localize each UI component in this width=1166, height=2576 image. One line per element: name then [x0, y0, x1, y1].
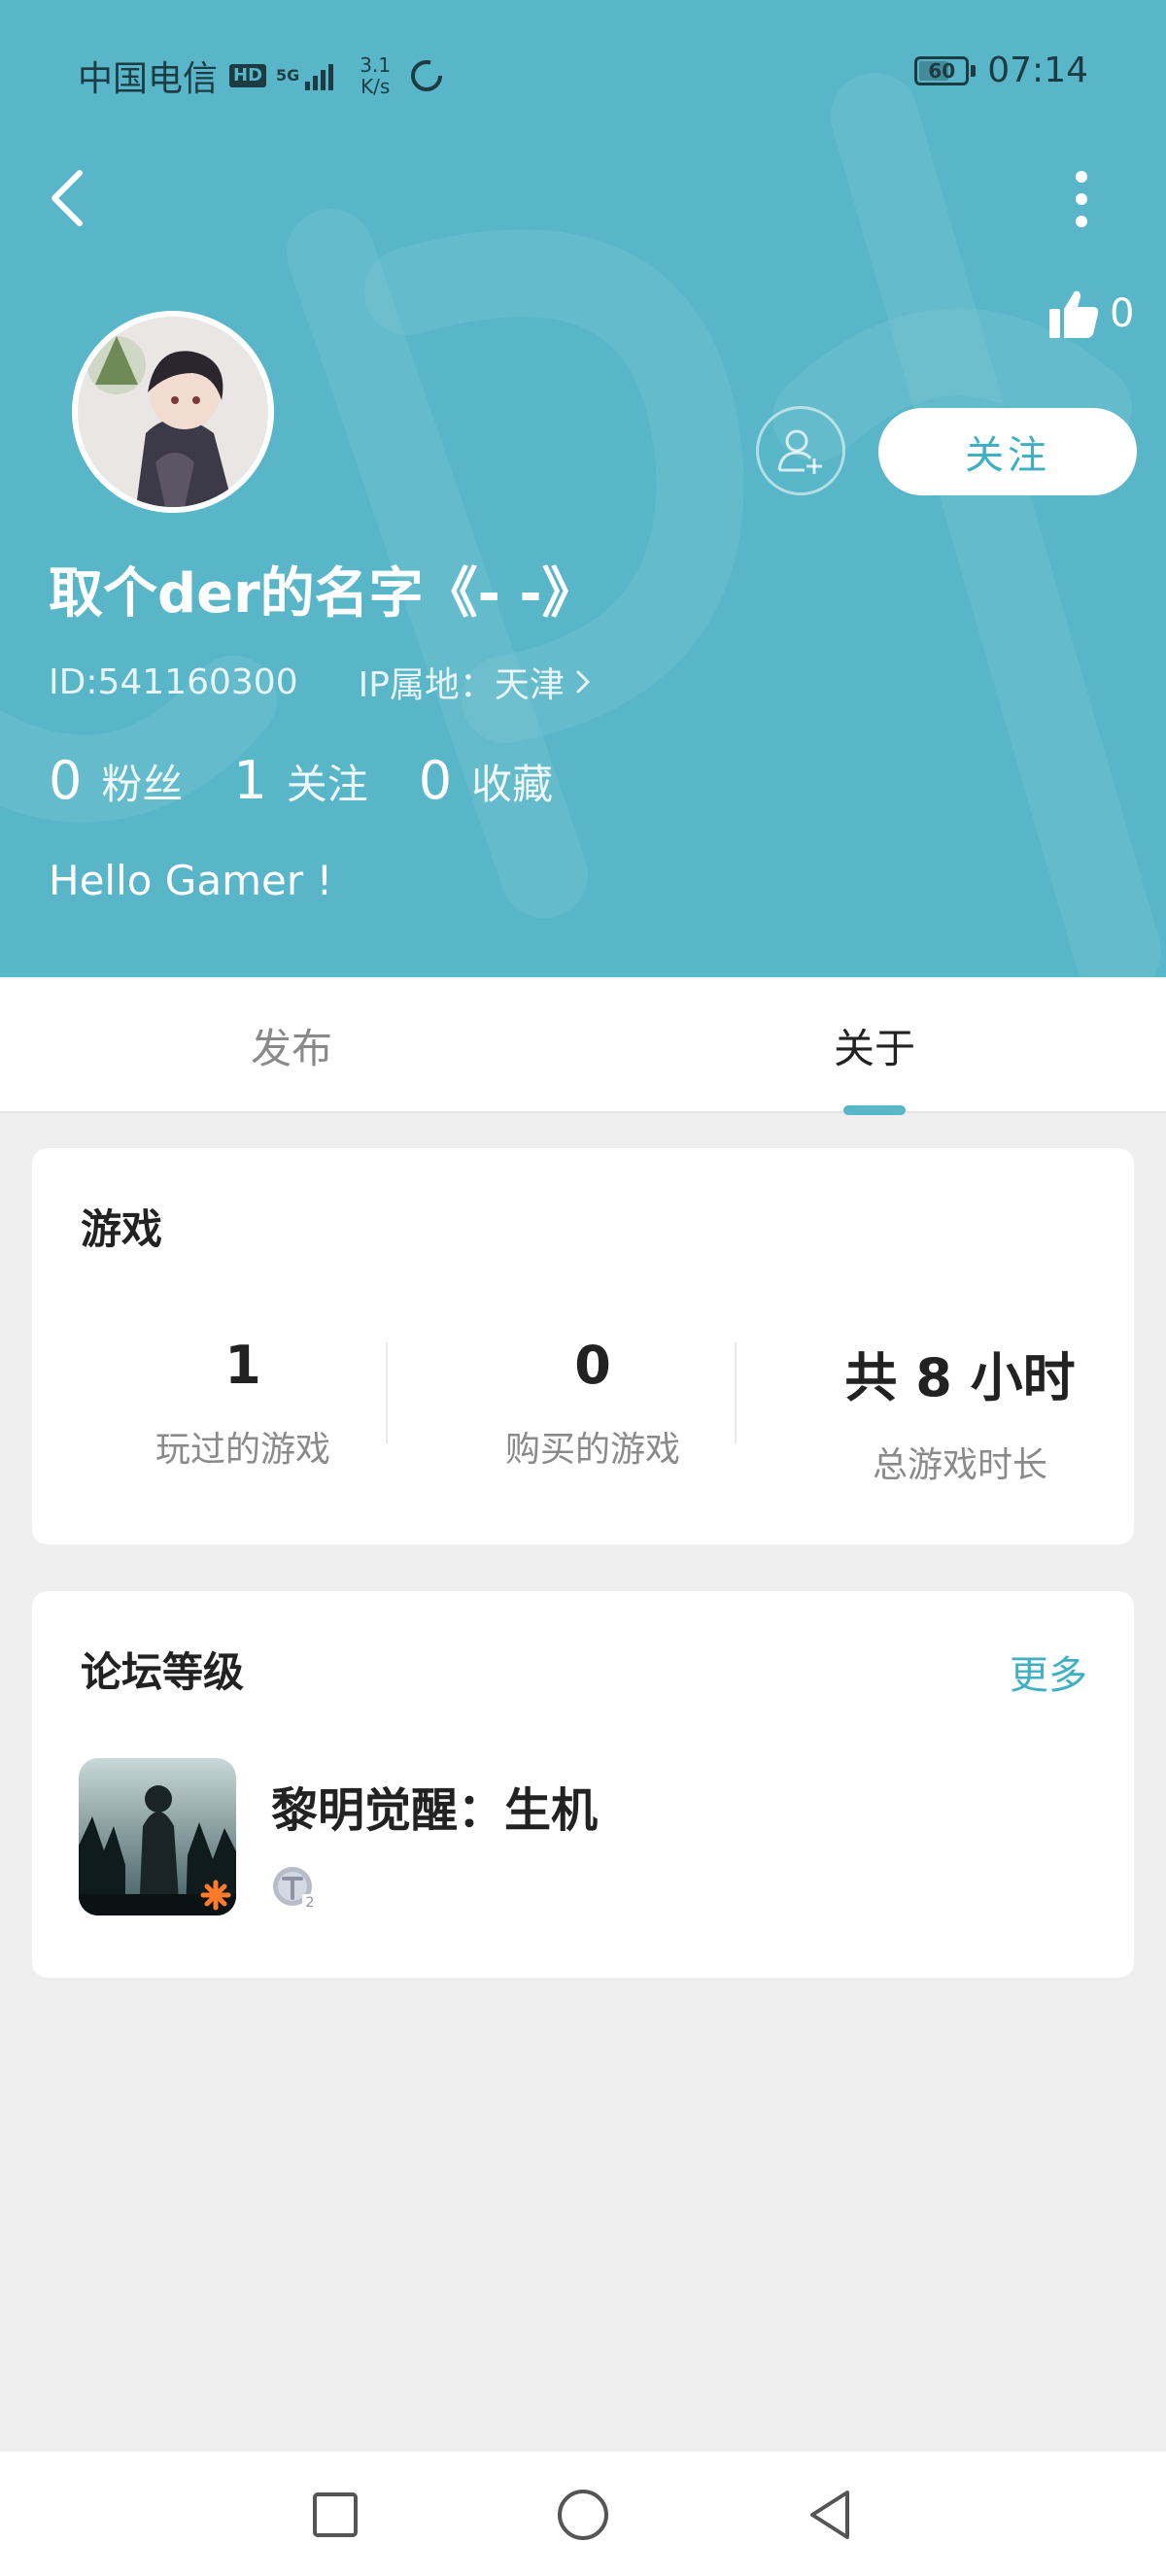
ip-location[interactable]: IP属地：天津: [359, 657, 565, 707]
like-button[interactable]: 0: [1047, 288, 1134, 340]
carrier-name: 中国电信: [78, 59, 219, 99]
clock: 07:14: [987, 51, 1088, 90]
fans-count[interactable]: 0: [49, 750, 82, 811]
following-count[interactable]: 1: [233, 750, 266, 811]
more-link[interactable]: 更多: [1010, 1644, 1087, 1700]
chevron-right-icon[interactable]: [574, 668, 592, 695]
purchased-games-count: 0: [574, 1335, 611, 1396]
avatar-image: [78, 317, 268, 507]
back-icon[interactable]: [45, 167, 93, 229]
game-icon[interactable]: [79, 1758, 236, 1915]
profile-header: 中国电信 HD 5G 3.1 K/s 60 07:14 0 关注 取个der的名…: [0, 0, 1166, 977]
following-label[interactable]: 关注: [287, 752, 368, 811]
avatar[interactable]: [72, 311, 274, 513]
system-nav-bar: [0, 2452, 1166, 2576]
add-user-icon: [777, 429, 822, 474]
user-id: ID:541160300: [49, 661, 298, 702]
hd-badge: HD: [229, 64, 267, 87]
played-games-label: 玩过的游戏: [154, 1430, 330, 1470]
tab-posts[interactable]: 发布: [0, 977, 583, 1113]
metric-divider: [386, 1342, 388, 1443]
more-vertical-icon[interactable]: [1059, 167, 1104, 231]
playtime-metric[interactable]: 共 8 小时 总游戏时长: [785, 1335, 1135, 1487]
network-type: 5G: [276, 66, 300, 85]
games-card-title: 游戏: [81, 1205, 163, 1253]
played-games-metric[interactable]: 1 玩过的游戏: [68, 1335, 418, 1472]
bio-text: Hello Gamer !: [49, 857, 333, 904]
level-number: 2: [306, 1895, 315, 1911]
battery-icon: 60: [914, 55, 970, 85]
fans-label[interactable]: 粉丝: [101, 752, 183, 811]
favorites-label[interactable]: 收藏: [471, 752, 553, 811]
metric-divider: [735, 1342, 737, 1443]
purchased-games-label: 购买的游戏: [504, 1430, 680, 1470]
add-friend-button[interactable]: [756, 406, 845, 495]
speed-unit: K/s: [360, 75, 391, 98]
level-badge-icon: 2: [273, 1867, 318, 1911]
signal-icon: [305, 64, 334, 90]
recent-apps-icon[interactable]: [301, 2481, 369, 2549]
home-icon[interactable]: [549, 2481, 617, 2549]
like-count: 0: [1110, 291, 1135, 336]
tab-about[interactable]: 关于: [583, 977, 1166, 1113]
forum-level-card: 论坛等级 更多 黎明觉醒：生机 2: [32, 1591, 1134, 1978]
battery-level: 60: [928, 58, 956, 83]
username: 取个der的名字《- -》: [49, 562, 597, 626]
tab-bar: 发布 关于: [0, 977, 1166, 1113]
forum-card-title: 论坛等级: [81, 1648, 245, 1696]
profile-stats: 0 粉丝 1 关注 0 收藏: [49, 750, 603, 811]
played-games-count: 1: [224, 1335, 261, 1396]
follow-button[interactable]: 关注: [878, 408, 1137, 495]
playtime-label: 总游戏时长: [872, 1445, 1047, 1485]
tab-indicator: [843, 1105, 906, 1115]
thumbs-up-icon: [1049, 290, 1099, 338]
purchased-games-metric[interactable]: 0 购买的游戏: [418, 1335, 768, 1472]
speed-value: 3.1: [360, 53, 392, 77]
status-bar: 中国电信 HD 5G 3.1 K/s 60 07:14: [0, 0, 1166, 146]
game-name: 黎明觉醒：生机: [271, 1783, 599, 1838]
games-card: 游戏 1 玩过的游戏 0 购买的游戏 共 8 小时 总游戏时长: [32, 1148, 1134, 1544]
playtime-value: 共 8 小时: [844, 1347, 1076, 1408]
system-back-icon[interactable]: [797, 2481, 865, 2549]
favorites-count[interactable]: 0: [419, 750, 452, 811]
network-speed: 3.1 K/s: [360, 54, 391, 97]
sync-icon: [411, 60, 443, 91]
id-line: ID:541160300 IP属地：天津: [49, 657, 592, 707]
